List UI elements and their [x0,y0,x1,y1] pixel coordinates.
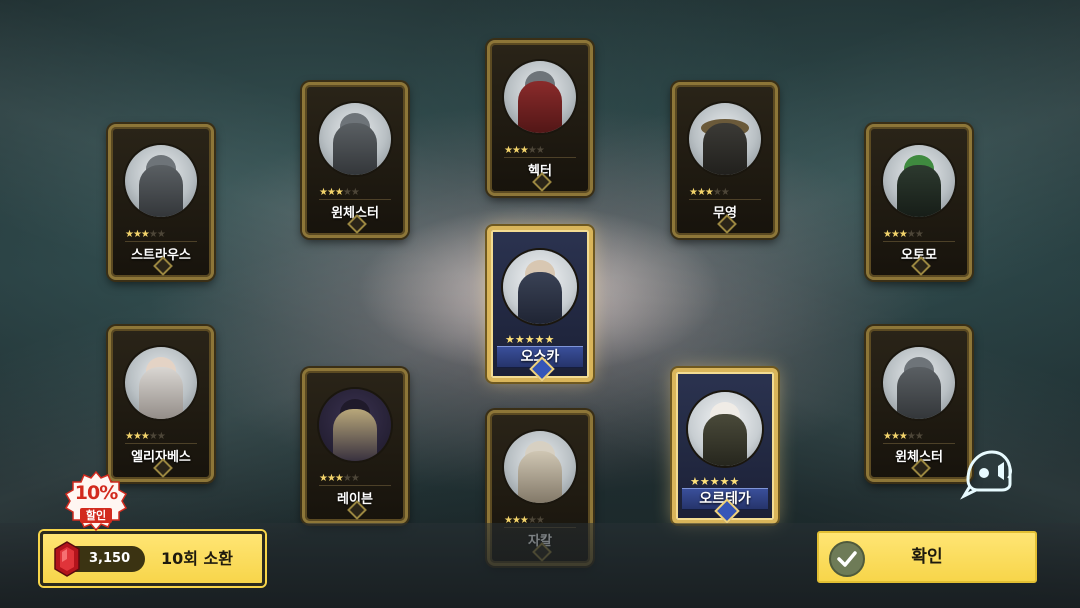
hero-portrait [125,347,197,419]
voice-helmet-icon[interactable] [958,440,1022,504]
hero-card-otomo[interactable]: ★★★★★ 오토모 [866,124,972,280]
hero-card-ortega[interactable]: ★★★★★ 오르테가 [672,368,778,524]
discount-badge: 10% 할인 [64,470,128,534]
summon-label: 10회 소환 [161,549,233,568]
hero-card-muyeong[interactable]: ★★★★★ 무영 [672,82,778,238]
hero-card-oska[interactable]: ★★★★★ 오스카 [487,226,593,382]
confirm-label: 확인 [911,547,943,567]
star-rating: ★★★★★ [125,431,197,444]
hero-portrait [883,347,955,419]
star-rating: ★★★★★ [505,333,555,346]
star-rating: ★★★★★ [504,145,576,158]
star-rating: ★★★★★ [690,475,740,488]
hero-portrait [319,103,391,175]
star-rating: ★★★★★ [689,187,761,200]
hero-card-struas[interactable]: ★★★★★ 스트라우스 [108,124,214,280]
star-rating: ★★★★★ [319,473,391,486]
star-rating: ★★★★★ [883,431,955,444]
discount-label: 할인 [80,508,112,523]
confirm-button[interactable]: 확인 [817,531,1037,583]
ruby-icon [54,541,80,577]
ten-summon-button[interactable]: 3,150 10회 소환 [40,531,265,586]
star-rating: ★★★★★ [125,229,197,242]
star-rating: ★★★★★ [883,229,955,242]
hero-portrait [689,103,761,175]
hero-portrait [125,145,197,217]
hero-portrait [503,250,577,324]
hero-portrait [319,389,391,461]
hero-card-hector[interactable]: ★★★★★ 헥터 [487,40,593,196]
hero-portrait [504,61,576,133]
hero-card-winchester-2[interactable]: ★★★★★ 윈체스터 [866,326,972,482]
star-rating: ★★★★★ [319,187,391,200]
hero-portrait [688,392,762,466]
hero-portrait [504,431,576,503]
hero-card-elizabeth[interactable]: ★★★★★ 엘리자베스 [108,326,214,482]
hero-card-winchester[interactable]: ★★★★★ 윈체스터 [302,82,408,238]
discount-percent: 10% [74,482,118,504]
summon-price: 3,150 [89,551,131,566]
hero-card-raven[interactable]: ★★★★★ 레이븐 [302,368,408,524]
hero-portrait [883,145,955,217]
